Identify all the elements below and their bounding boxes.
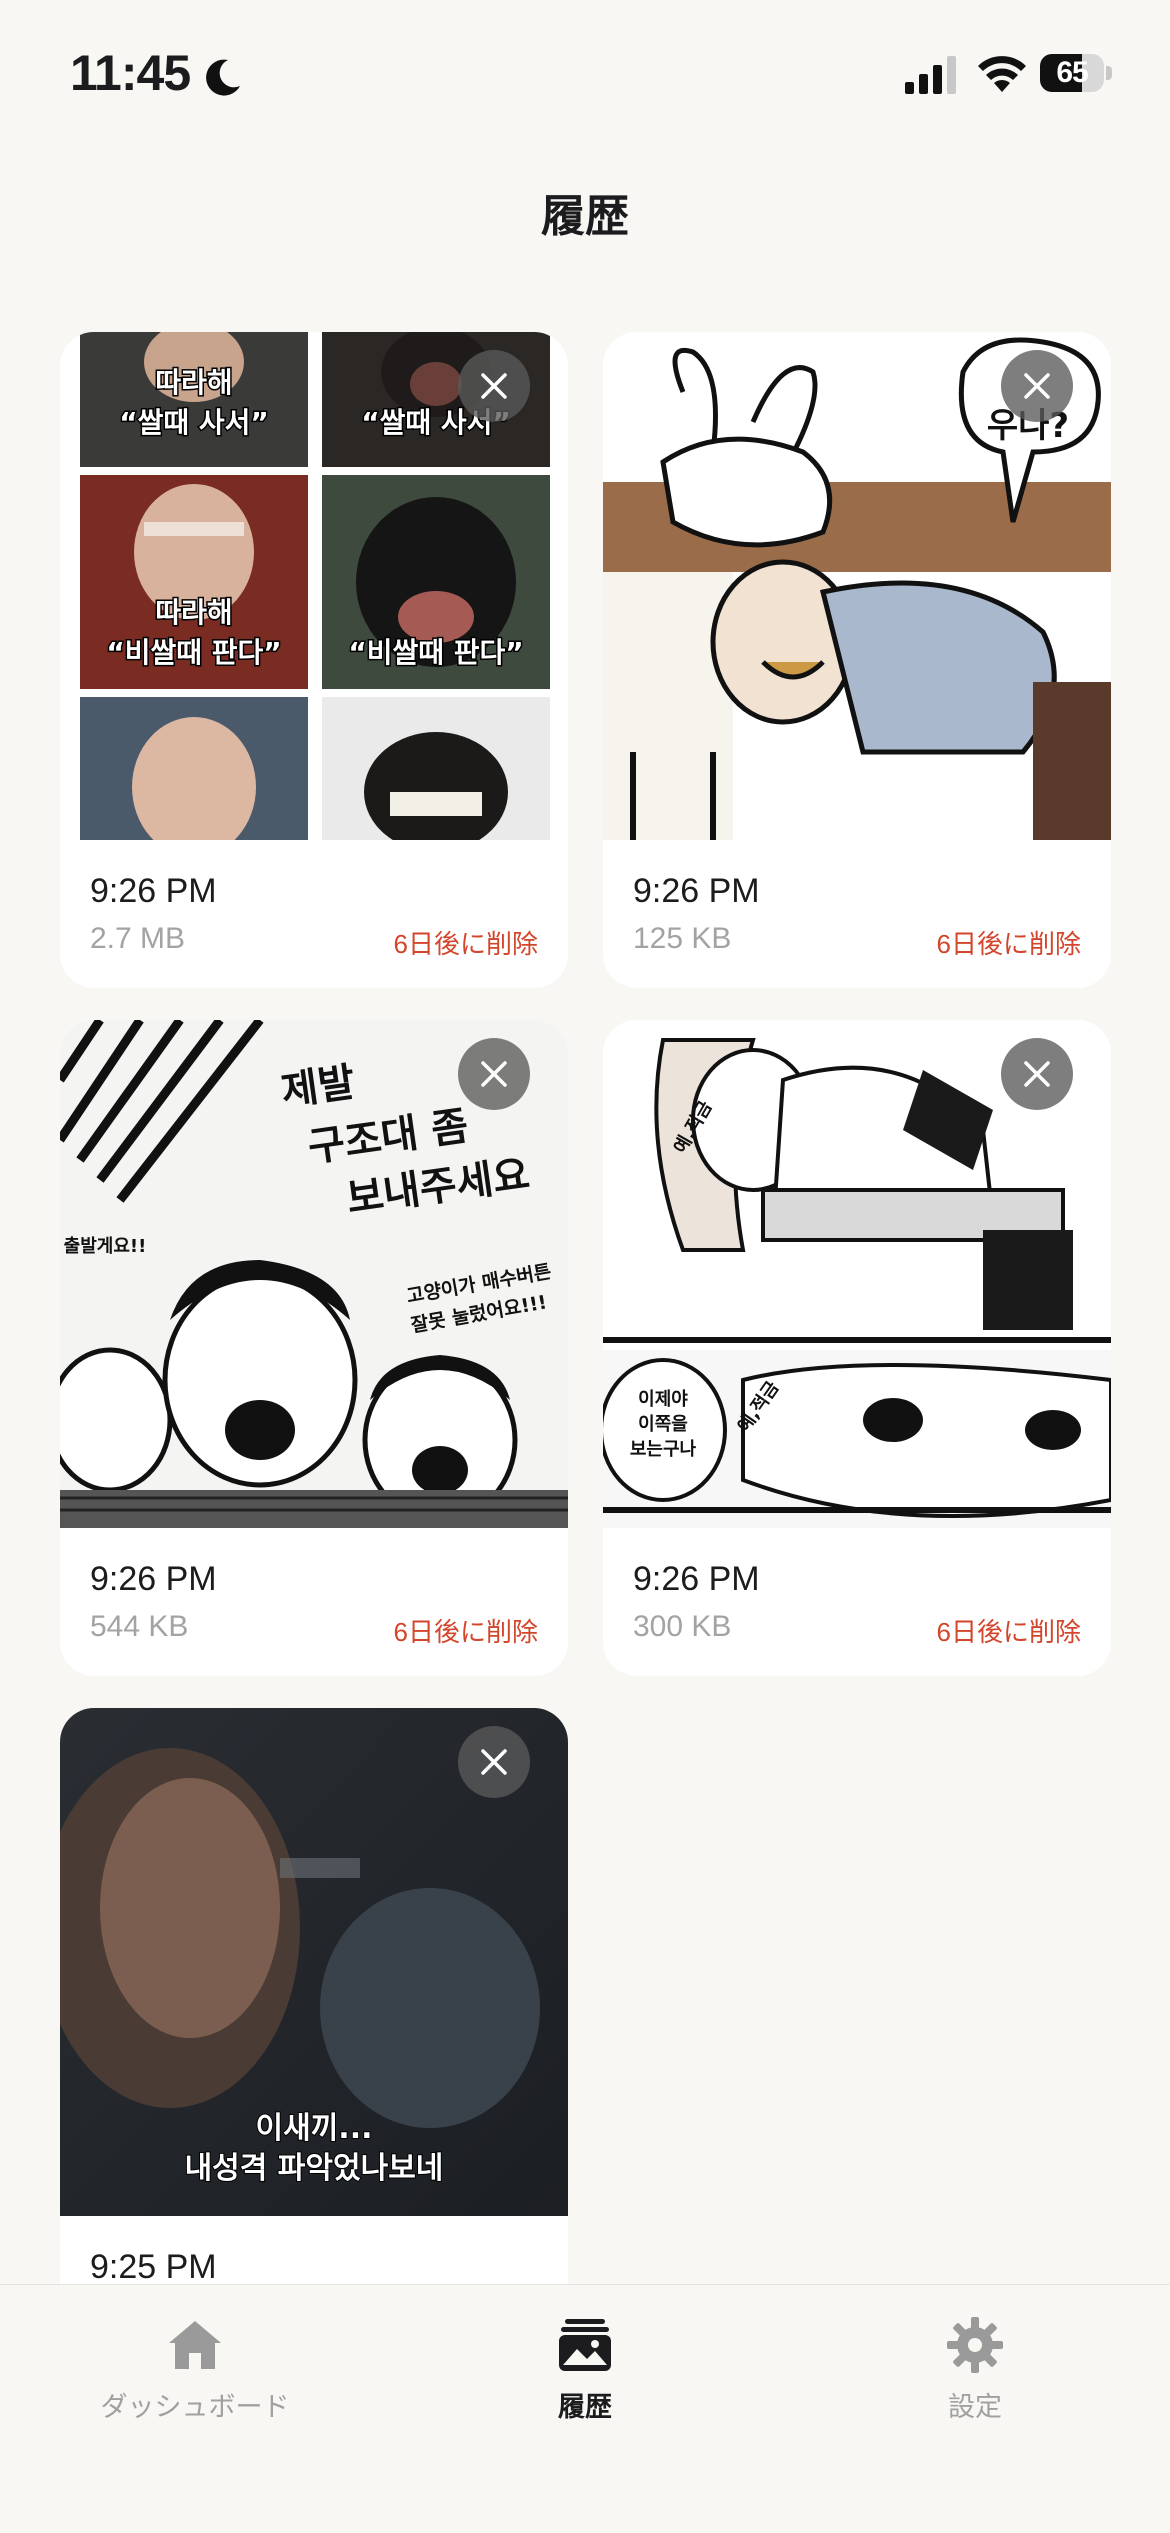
tab-settings[interactable]: 設定 [825, 2315, 1125, 2424]
meme-caption: 내성격 파악었나보네 [185, 2151, 444, 2186]
gallery-icon [559, 2319, 611, 2371]
close-icon [481, 373, 507, 399]
file-size: 300 KB [633, 1610, 732, 1643]
close-icon [1024, 1061, 1050, 1087]
moon-icon [206, 59, 240, 96]
expire-label: 6日後に削除 [393, 1617, 538, 1647]
cellular-signal-icon [905, 56, 956, 94]
card-time: 9:26 PM [633, 872, 760, 910]
file-size: 544 KB [90, 1610, 189, 1643]
tab-history[interactable]: 履歴 [435, 2315, 735, 2424]
delete-button[interactable] [1001, 350, 1073, 422]
delete-button[interactable] [458, 350, 530, 422]
close-icon [481, 1061, 507, 1087]
meme-caption: “비쌀때 판다” [106, 636, 281, 669]
meme-caption: “쌀때 사서” [119, 406, 269, 439]
close-icon [481, 1749, 507, 1775]
meme-caption: 따라해 [155, 596, 232, 629]
expire-label: 6日後に削除 [936, 1617, 1081, 1647]
card-time: 9:26 PM [90, 872, 217, 910]
wifi-icon [978, 56, 1026, 92]
meme-caption: 따라해 [155, 366, 232, 399]
gear-icon [947, 2317, 1003, 2373]
status-bar: 11:45 65 [0, 0, 1170, 150]
meme-caption: 이새끼... [256, 2111, 373, 2146]
delete-button[interactable] [458, 1726, 530, 1798]
home-icon [169, 2321, 221, 2369]
history-card[interactable]: 예,적금 이제야 이쪽을 보는구나 예,적금 9:26 PM 300 KB 6日… [603, 1020, 1111, 1676]
meme-caption: 이제야 [638, 1389, 688, 1410]
tab-bar: ダッシュボード 履歴 設定 [0, 2284, 1170, 2533]
file-size: 2.7 MB [90, 922, 186, 955]
delete-button[interactable] [458, 1038, 530, 1110]
history-card[interactable]: 따라해 “쌀때 사서” “쌀때 사서” 따라해 “비쌀때 판다” “비쌀때 판다… [60, 332, 568, 988]
history-card[interactable]: 우나? 9:26 PM 125 KB 6日後に削除 [603, 332, 1111, 988]
expire-label: 6日後に削除 [936, 929, 1081, 959]
tab-dashboard[interactable]: ダッシュボード [45, 2315, 345, 2424]
meme-caption: “비쌀때 판다” [348, 636, 523, 669]
expire-label: 6日後に削除 [393, 929, 538, 959]
card-time: 9:26 PM [633, 1560, 760, 1598]
battery-level: 65 [1056, 56, 1088, 89]
card-time: 9:25 PM [90, 2248, 217, 2286]
page-title: 履歴 [541, 192, 629, 241]
delete-button[interactable] [1001, 1038, 1073, 1110]
tab-label: 履歴 [558, 2392, 612, 2422]
meme-caption: 이쪽을 [638, 1414, 688, 1435]
close-icon [1024, 373, 1050, 399]
card-time: 9:26 PM [90, 1560, 217, 1598]
status-time: 11:45 [70, 45, 191, 101]
history-card[interactable]: 제발 구조대 좀 보내주세요 출발게요!! 고양이가 매수버튼 잘못 눌렀어요!… [60, 1020, 568, 1676]
tab-label: ダッシュボード [100, 2392, 290, 2422]
battery-indicator: 65 [1040, 54, 1112, 92]
history-card[interactable]: 이새끼... 내성격 파악었나보네 9:25 PM [60, 1708, 568, 2364]
meme-caption: 보는구나 [630, 1439, 697, 1460]
file-size: 125 KB [633, 922, 732, 955]
tab-label: 設定 [948, 2392, 1002, 2422]
meme-caption: 출발게요!! [64, 1236, 147, 1257]
